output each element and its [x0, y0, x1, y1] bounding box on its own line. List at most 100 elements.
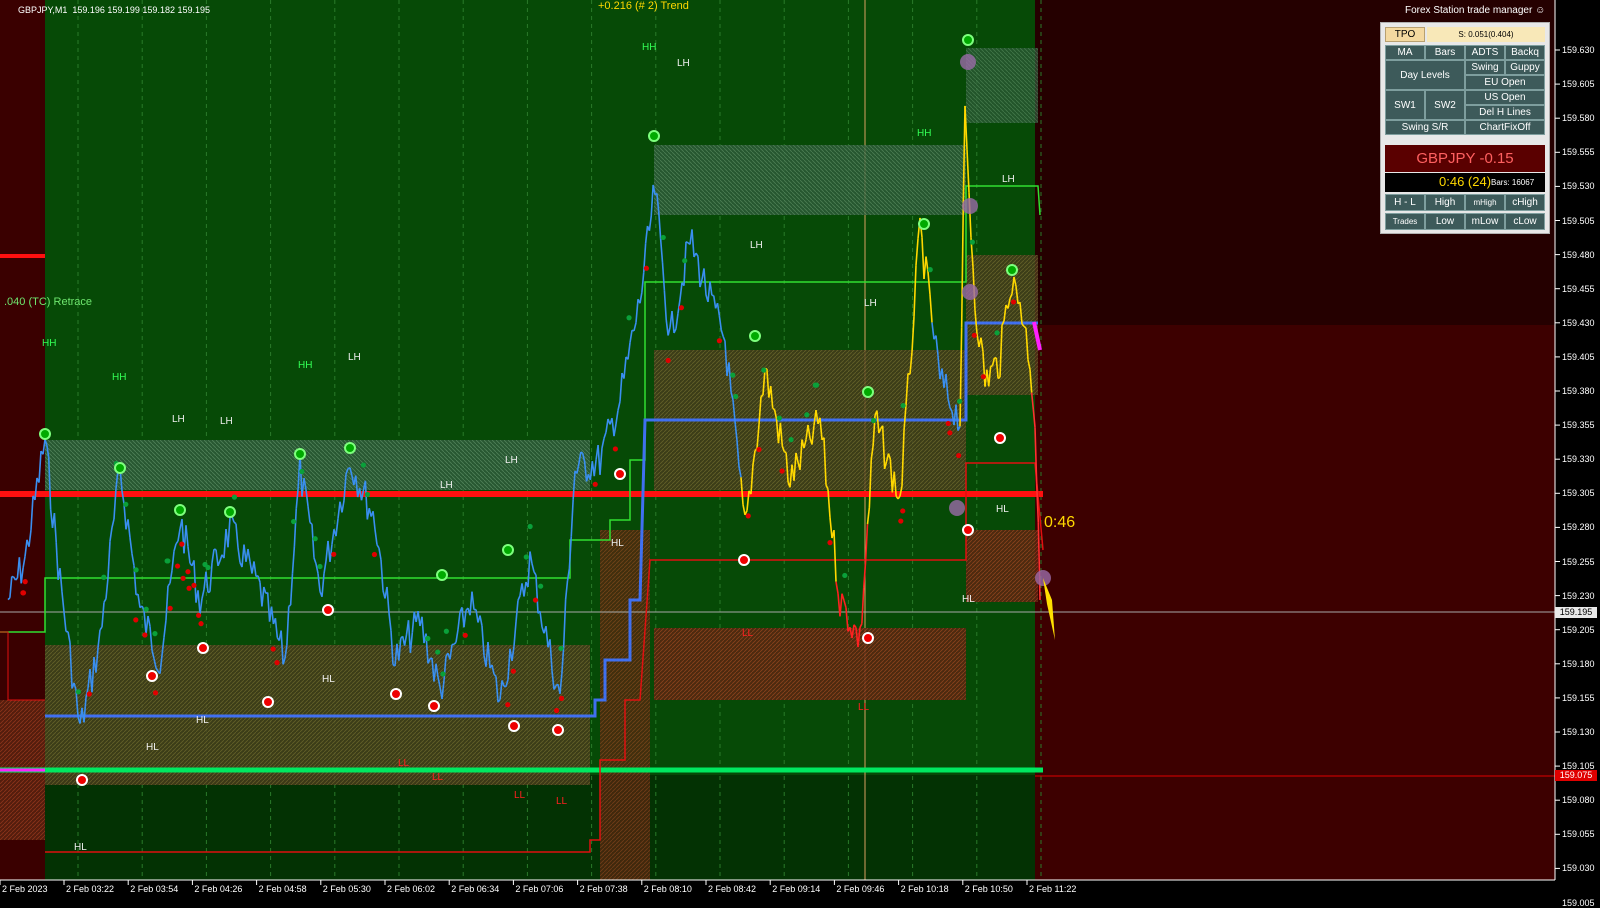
price-axis-label: 159.080: [1562, 795, 1595, 805]
fractal-dot-down: [900, 508, 905, 513]
fractal-dot-down: [756, 447, 761, 452]
trades-button[interactable]: Trades: [1385, 213, 1425, 230]
order-marker: [962, 198, 978, 214]
guppy-button[interactable]: Guppy: [1505, 60, 1545, 75]
time-axis-label: 2 Feb 04:26: [194, 884, 242, 894]
us-open-button[interactable]: US Open: [1465, 90, 1545, 105]
fractal-dot-down: [142, 632, 147, 637]
fractal-dot-down: [186, 586, 191, 591]
bar-timer: 0:46 (24): [1439, 174, 1491, 189]
swing-high-marker: [1007, 265, 1017, 275]
swing-low-marker: [553, 725, 563, 735]
price-axis-label: 159.255: [1562, 557, 1595, 567]
fractal-dot-down: [746, 513, 751, 518]
swing-high-marker: [503, 545, 513, 555]
fractal-dot-down: [666, 358, 671, 363]
swing-low-marker: [615, 469, 625, 479]
swing-high-marker: [345, 443, 355, 453]
time-axis-label: 2 Feb 2023: [2, 884, 48, 894]
fractal-dot-up: [165, 558, 170, 563]
price-axis-label: 159.405: [1562, 352, 1595, 362]
chartfixoff-button[interactable]: ChartFixOff: [1465, 120, 1545, 135]
mlow-button[interactable]: mLow: [1465, 213, 1505, 230]
swing-low-marker: [739, 555, 749, 565]
del-h-lines-button[interactable]: Del H Lines: [1465, 105, 1545, 120]
fractal-dot-down: [559, 696, 564, 701]
tpo-button[interactable]: TPO: [1385, 27, 1425, 42]
fractal-dot-up: [440, 671, 445, 676]
swing-high-marker: [649, 131, 659, 141]
swing-label: HL: [962, 594, 975, 605]
low-button[interactable]: Low: [1425, 213, 1465, 230]
price-chart[interactable]: [0, 0, 1600, 900]
swing-label: HL: [146, 742, 159, 753]
price-axis-label: 159.430: [1562, 318, 1595, 328]
fractal-dot-down: [947, 430, 952, 435]
swing-high-marker: [963, 35, 973, 45]
fractal-dot-up: [361, 462, 366, 467]
fractal-dot-up: [313, 536, 318, 541]
order-marker: [962, 284, 978, 300]
swing-label: HL: [611, 538, 624, 549]
mhigh-button[interactable]: mHigh: [1465, 194, 1505, 211]
backq-button[interactable]: Backq: [1505, 45, 1545, 60]
high-button[interactable]: High: [1425, 194, 1465, 211]
swing-label: LL: [742, 628, 753, 639]
order-marker: [949, 500, 965, 516]
fractal-dot-down: [946, 421, 951, 426]
fractal-dot-up: [761, 368, 766, 373]
fractal-dot-down: [717, 338, 722, 343]
fractal-dot-up: [528, 524, 533, 529]
fractal-dot-up: [152, 631, 157, 636]
price-line-segment: [581, 452, 583, 453]
swing-low-marker: [863, 633, 873, 643]
adts-button[interactable]: ADTS: [1465, 45, 1505, 60]
fractal-dot-down: [198, 621, 203, 626]
price-axis-label: 159.155: [1562, 693, 1595, 703]
price-axis-label: 159.055: [1562, 829, 1595, 839]
price-axis-label: 159.330: [1562, 454, 1595, 464]
symbol-change-display: GBPJPY -0.15: [1385, 145, 1545, 172]
swing-low-marker: [963, 525, 973, 535]
swing-label: LH: [348, 352, 361, 363]
price-axis-label: 159.555: [1562, 147, 1595, 157]
swing-high-marker: [863, 387, 873, 397]
fractal-dot-up: [970, 240, 975, 245]
time-axis-label: 2 Feb 06:02: [387, 884, 435, 894]
ma-button[interactable]: MA: [1385, 45, 1425, 60]
bars-button[interactable]: Bars: [1425, 45, 1465, 60]
price-line-segment: [686, 242, 688, 243]
current-price-tag: 159.195: [1555, 607, 1597, 618]
time-axis-label: 2 Feb 07:06: [515, 884, 563, 894]
fractal-dot-down: [972, 333, 977, 338]
swing-low-marker: [77, 775, 87, 785]
h-l-button[interactable]: H - L: [1385, 194, 1425, 211]
sw2-button[interactable]: SW2: [1425, 90, 1465, 120]
swing-button[interactable]: Swing: [1465, 60, 1505, 75]
time-axis-label: 2 Feb 05:30: [323, 884, 371, 894]
smiley-icon: ☺: [1535, 5, 1545, 16]
spread-info: S: 0.051(0.404): [1427, 27, 1545, 42]
swing-label: HH: [298, 360, 312, 371]
fractal-dot-up: [842, 573, 847, 578]
fractal-dot-down: [274, 660, 279, 665]
fractal-dot-down: [898, 518, 903, 523]
chigh-button[interactable]: cHigh: [1505, 194, 1545, 211]
trade-manager-title: Forex Station trade manager ☺: [1405, 5, 1545, 16]
fractal-dot-up: [123, 502, 128, 507]
clow-button[interactable]: cLow: [1505, 213, 1545, 230]
fractal-dot-up: [299, 469, 304, 474]
day-levels-button[interactable]: Day Levels: [1385, 60, 1465, 90]
fractal-dot-down: [981, 374, 986, 379]
fractal-dot-up: [76, 689, 81, 694]
swing-high-marker: [919, 219, 929, 229]
sw1-button[interactable]: SW1: [1385, 90, 1425, 120]
lower-session-bg: [45, 775, 1035, 880]
fractal-dot-up: [626, 315, 631, 320]
fractal-dot-down: [372, 552, 377, 557]
eu-open-button[interactable]: EU Open: [1465, 75, 1545, 90]
swing-label: LL: [432, 772, 443, 783]
price-axis-label: 159.305: [1562, 488, 1595, 498]
swing-sr-button[interactable]: Swing S/R: [1385, 120, 1465, 135]
fractal-dot-down: [179, 542, 184, 547]
